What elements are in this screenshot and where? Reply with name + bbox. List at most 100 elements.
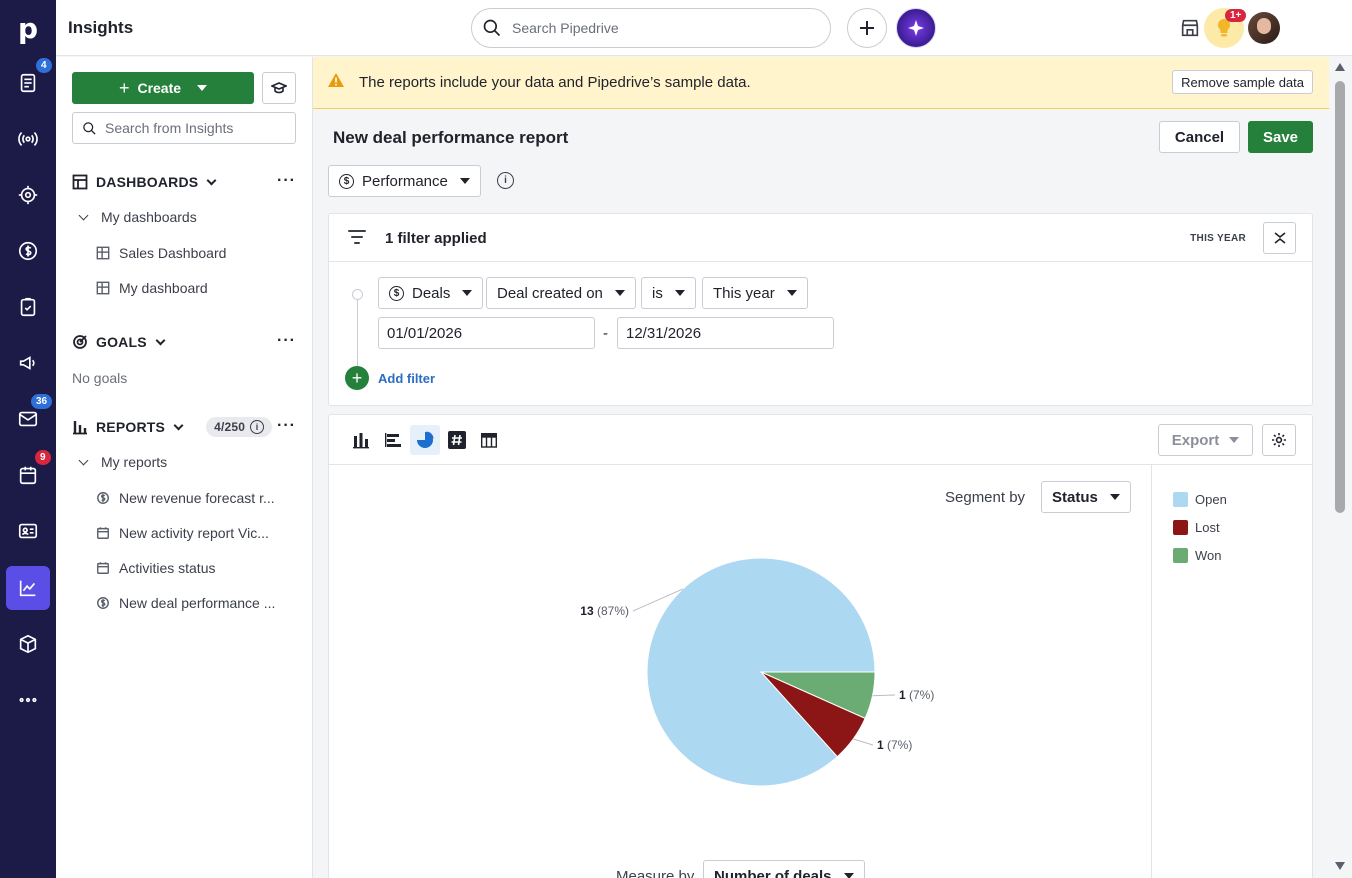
page-scrollbar[interactable] [1329,57,1352,878]
export-label: Export [1171,431,1220,449]
table-button[interactable] [474,425,504,455]
report-item-revenue-forecast[interactable]: New revenue forecast r... [96,487,275,509]
goals-section-toggle[interactable]: GOALS [72,331,166,353]
sample-data-banner: The reports include your data and Pipedr… [313,57,1329,109]
hash-icon [448,431,466,449]
save-button[interactable]: Save [1248,121,1313,153]
goals-more-icon[interactable]: ··· [277,332,296,350]
pie-chart-button[interactable] [410,425,440,455]
report-title[interactable]: New deal performance report [333,128,568,148]
tasks-nav-icon[interactable] [6,285,50,329]
ai-assistant-button[interactable] [896,8,936,48]
scroll-up-arrow-icon[interactable] [1335,63,1345,71]
add-filter-button[interactable]: + Add filter [345,366,435,390]
filter-panel-header[interactable]: 1 filter applied THIS YEAR [329,214,1312,262]
search-icon [83,122,96,135]
report-item-activities-status[interactable]: Activities status [96,557,215,579]
measure-by-label: Measure by [616,868,695,878]
dashboard-item-sales[interactable]: Sales Dashboard [96,242,226,264]
caret-down-icon [786,290,797,296]
global-search-input[interactable]: Search Pipedrive [471,8,831,48]
banner-message: The reports include your data and Pipedr… [359,74,751,91]
caret-down-icon [843,873,854,878]
report-item-activity[interactable]: New activity report Vic... [96,522,269,544]
deals-nav-icon[interactable] [6,229,50,273]
bar-chart-button[interactable] [378,425,408,455]
chevron-down-icon [173,420,184,430]
report-item-label: New revenue forecast r... [119,490,275,506]
legend-item-open[interactable]: Open [1173,485,1227,513]
notification-badge: 1+ [1225,9,1247,22]
dashboard-icon [96,246,110,260]
column-chart-button[interactable] [346,425,376,455]
caret-down-icon [1229,437,1240,443]
filter-connector-line [357,298,358,370]
reports-more-icon[interactable]: ··· [277,417,296,435]
campaigns-nav-icon[interactable] [6,341,50,385]
my-reports-label: My reports [101,454,168,470]
date-from-input[interactable]: 01/01/2026 [378,317,595,349]
remove-sample-data-button[interactable]: Remove sample data [1172,70,1313,94]
insights-nav-icon[interactable] [6,566,50,610]
scroll-down-arrow-icon[interactable] [1335,862,1345,870]
cancel-button[interactable]: Cancel [1159,121,1240,153]
scrollbar-thumb[interactable] [1335,81,1345,513]
pie-data-label: 13 (87%) [580,604,629,618]
plus-icon [860,21,874,35]
filter-operator-dropdown[interactable]: is [641,277,696,309]
collapse-icon [1274,232,1285,244]
report-type-label: Performance [362,172,448,190]
dashboards-more-icon[interactable]: ··· [277,172,296,190]
reports-section-toggle[interactable]: REPORTS 4/250 i [72,416,273,438]
contacts-nav-icon[interactable] [6,509,50,553]
dashboards-section-toggle[interactable]: DASHBOARDS [72,171,217,193]
marketplace-icon[interactable] [1176,14,1204,42]
no-goals-text: No goals [72,370,128,386]
filter-entity-label: Deals [412,284,451,302]
user-avatar[interactable] [1248,12,1280,44]
dollar-icon: $ [389,285,404,301]
scorecard-button[interactable] [442,425,472,455]
chart-legend: Open Lost Won [1173,485,1227,569]
reports-count: 4/250 [214,420,246,434]
pipedrive-logo[interactable]: p [0,0,56,56]
filter-field-dropdown[interactable]: Deal created on [486,277,636,309]
dashboard-item-label: Sales Dashboard [119,245,227,261]
report-type-dropdown[interactable]: $ Performance [328,165,481,197]
info-icon[interactable]: i [497,172,514,189]
measure-by-dropdown[interactable]: Number of deals [703,860,865,878]
chevron-down-icon [78,210,89,220]
products-nav-icon[interactable] [6,622,50,666]
quick-add-button[interactable] [847,8,887,48]
top-bar: Insights Search Pipedrive [56,0,1352,56]
filter-value-dropdown[interactable]: This year [702,277,808,309]
report-item-deal-performance[interactable]: New deal performance ... [96,592,275,614]
target-nav-icon[interactable] [6,173,50,217]
learning-center-button[interactable] [262,72,296,104]
period-tag: THIS YEAR [1190,233,1246,244]
collapse-filters-button[interactable] [1263,222,1296,254]
date-to-input[interactable]: 12/31/2026 [617,317,834,349]
legend-label: Open [1195,491,1227,507]
chevron-down-icon [206,175,217,185]
dashboard-item-my[interactable]: My dashboard [96,277,208,299]
create-button[interactable]: + Create [72,72,254,104]
pie-chart-icon [417,431,434,448]
chevron-down-icon [155,335,166,345]
chart-settings-button[interactable] [1262,424,1296,456]
info-icon[interactable]: i [250,420,265,434]
more-nav-icon[interactable] [6,678,50,722]
mail-badge: 36 [31,394,53,409]
broadcast-nav-icon[interactable] [6,117,50,161]
filter-entity-dropdown[interactable]: $ Deals [378,277,484,309]
pie-leader-line [872,694,896,697]
my-reports-group[interactable]: My reports [78,451,167,473]
filter-node-icon [352,289,363,300]
my-dashboards-group[interactable]: My dashboards [78,206,197,228]
pie-chart: 1 (7%) 1 (7%) 13 (87%) [580,557,934,787]
bar-chart-icon [73,421,87,435]
legend-item-won[interactable]: Won [1173,541,1227,569]
legend-item-lost[interactable]: Lost [1173,513,1227,541]
export-button[interactable]: Export [1158,424,1253,456]
insights-search-input[interactable]: Search from Insights [72,112,296,144]
